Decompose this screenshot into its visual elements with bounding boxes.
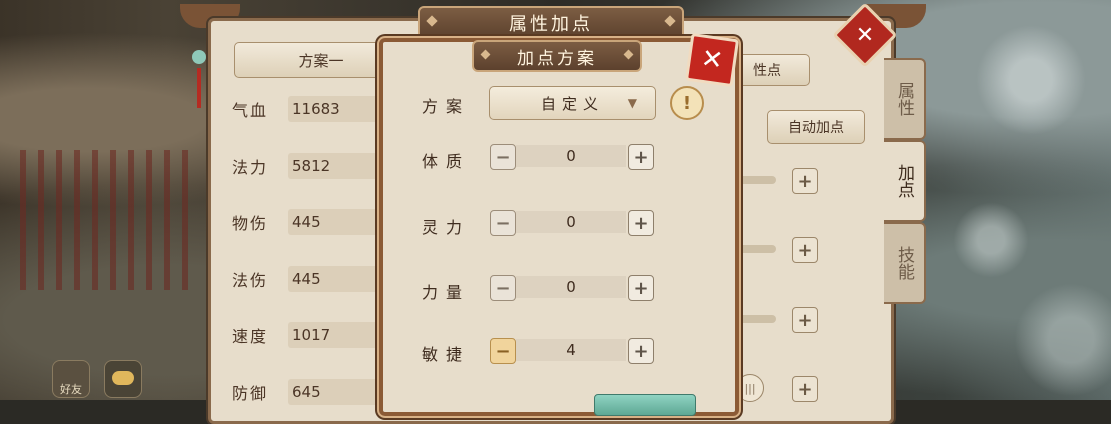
stat-value: 5812 — [288, 153, 382, 179]
stat-label: 速度 — [232, 327, 269, 346]
side-tab-label: 属性 — [894, 82, 914, 116]
stat-label: 防御 — [232, 384, 269, 403]
stat-value: 445 — [288, 266, 382, 292]
stat-label: 气血 — [232, 101, 269, 120]
stat-row-speed: 速度 1017 — [232, 321, 382, 349]
jade-gem-icon — [192, 50, 206, 64]
main-window-title: 属性加点 — [418, 6, 684, 40]
auto-assign-button[interactable]: 自动加点 — [767, 110, 865, 144]
bg-plus-icon[interactable]: + — [792, 237, 818, 263]
attr-value-agility: 4 — [516, 339, 626, 361]
friends-label: 好友 — [60, 383, 82, 396]
attr-value-spirit: 0 — [516, 211, 626, 233]
stat-row-phys-dmg: 物伤 445 — [232, 208, 382, 236]
dialog-title: 加点方案 — [472, 40, 642, 72]
plus-button[interactable]: + — [628, 338, 654, 364]
side-tab-label: 技能 — [894, 246, 914, 280]
stat-row-mp: 法力 5812 — [232, 152, 382, 180]
jade-charm-decoration — [192, 40, 206, 120]
stat-value: 1017 — [288, 322, 382, 348]
stat-row-magic-dmg: 法伤 445 — [232, 265, 382, 293]
stat-label: 法力 — [232, 158, 269, 177]
side-tab-skills[interactable]: 技能 — [884, 222, 926, 304]
stat-label: 法伤 — [232, 271, 269, 290]
minus-button[interactable]: − — [490, 210, 516, 236]
stat-value: 645 — [288, 379, 382, 405]
chat-bubble-icon — [112, 371, 134, 385]
dropdown-arrow-icon: ▼ — [627, 96, 637, 110]
stat-row-hp: 气血 11683 — [232, 95, 382, 123]
bg-slider-knob[interactable]: ||| — [736, 374, 764, 402]
plan-select-value: 自定义 — [540, 94, 604, 113]
close-icon: ✕ — [699, 43, 725, 77]
confirm-button[interactable] — [594, 394, 696, 416]
plus-button[interactable]: + — [628, 144, 654, 170]
minus-button[interactable]: − — [490, 275, 516, 301]
bg-plus-icon[interactable]: + — [792, 307, 818, 333]
attr-label-spirit: 灵力 — [422, 218, 471, 237]
chat-button[interactable] — [104, 360, 142, 398]
stat-row-defense: 防御 645 — [232, 378, 382, 406]
side-tab-attributes[interactable]: 属性 — [884, 58, 926, 140]
plan-select[interactable]: 自定义 ▼ — [489, 86, 656, 120]
bg-plus-icon[interactable]: + — [792, 168, 818, 194]
plan-label: 方案 — [422, 97, 471, 116]
attr-label-agility: 敏捷 — [422, 345, 471, 364]
minus-button[interactable]: − — [490, 144, 516, 170]
stat-value: 445 — [288, 209, 382, 235]
minus-button[interactable]: − — [490, 338, 516, 364]
stat-value: 11683 — [288, 96, 382, 122]
scene-snow-trees — [911, 0, 1111, 400]
plus-button[interactable]: + — [628, 275, 654, 301]
attr-label-strength: 力量 — [422, 283, 471, 302]
bg-plus-icon[interactable]: + — [792, 376, 818, 402]
plus-button[interactable]: + — [628, 210, 654, 236]
side-tab-add-points[interactable]: 加点 — [884, 140, 926, 222]
tassel-icon — [197, 68, 201, 108]
side-tab-label: 加点 — [894, 164, 914, 198]
scene-fence — [20, 150, 190, 290]
stat-label: 物伤 — [232, 214, 269, 233]
attr-value-constitution: 0 — [516, 145, 626, 167]
attr-label-constitution: 体质 — [422, 152, 471, 171]
close-icon: ✕ — [855, 22, 875, 48]
attr-value-strength: 0 — [516, 276, 626, 298]
warning-icon[interactable]: ! — [670, 86, 704, 120]
dialog-close-button[interactable]: ✕ — [684, 32, 740, 88]
friends-button[interactable]: 好友 — [52, 360, 90, 398]
